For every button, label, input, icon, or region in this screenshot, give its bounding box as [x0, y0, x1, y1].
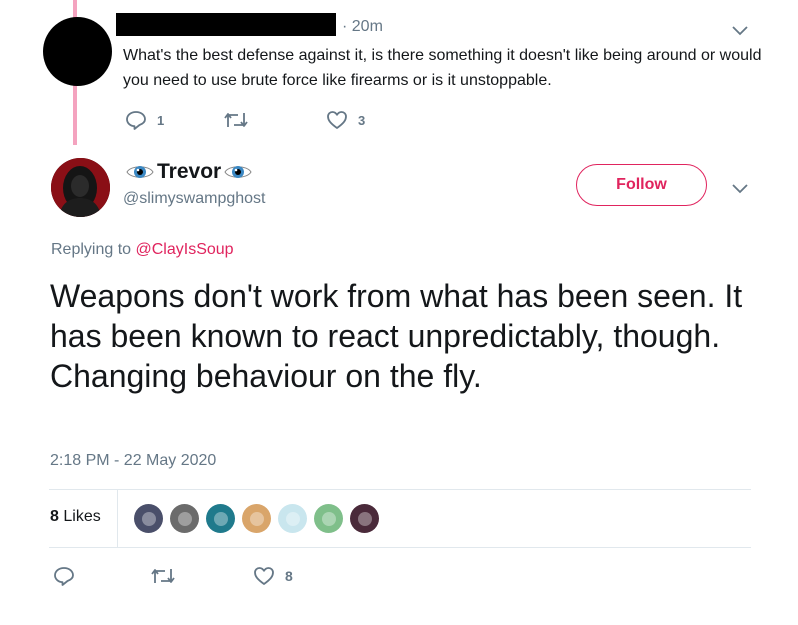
- avatar-figure: [213, 512, 228, 526]
- liker-avatar[interactable]: [134, 504, 163, 533]
- avatar-figure: [285, 512, 300, 526]
- avatar-figure: [177, 512, 192, 526]
- divider: [117, 489, 118, 547]
- redacted-name: [116, 13, 336, 36]
- tweet-time[interactable]: · 20m: [342, 18, 383, 36]
- like-button[interactable]: 3: [326, 110, 365, 130]
- tweet-time-value: 20m: [351, 18, 383, 35]
- display-name-text: Trevor: [157, 160, 222, 183]
- heart-icon: [327, 111, 347, 129]
- reply-text: What's the best defense against it, is t…: [123, 47, 762, 89]
- retweet-button[interactable]: [223, 111, 249, 129]
- liker-avatar[interactable]: [170, 504, 199, 533]
- mention-link[interactable]: @ClayIsSoup: [136, 241, 234, 258]
- likes-count-number: 8: [50, 508, 59, 525]
- replying-to: Replying to @ClayIsSoup: [51, 241, 234, 259]
- avatar-figure: [249, 512, 264, 526]
- avatar-figure: [141, 512, 156, 526]
- liker-avatar[interactable]: [278, 504, 307, 533]
- like-count: 3: [358, 112, 366, 128]
- avatar[interactable]: [51, 158, 110, 217]
- retweet-icon: [151, 569, 175, 583]
- reply-count: 1: [157, 112, 165, 128]
- follow-button[interactable]: Follow: [576, 164, 707, 206]
- eye-emoji-icon: [224, 166, 252, 178]
- liker-avatar[interactable]: [314, 504, 343, 533]
- reply-button[interactable]: 1: [125, 110, 164, 130]
- eye-emoji-icon: [126, 166, 154, 178]
- like-count: 8: [285, 568, 293, 584]
- reply-icon: [126, 111, 146, 130]
- like-button[interactable]: 8: [253, 566, 293, 586]
- heart-icon: [254, 567, 274, 585]
- display-name[interactable]: Trevor: [126, 160, 252, 184]
- liker-avatar[interactable]: [350, 504, 379, 533]
- avatar[interactable]: [43, 17, 112, 86]
- replying-prefix: Replying to: [51, 241, 132, 258]
- chevron-down-icon[interactable]: [731, 24, 749, 42]
- liker-avatar[interactable]: [242, 504, 271, 533]
- avatar-figure: [321, 512, 336, 526]
- reply-button[interactable]: [53, 566, 75, 586]
- tweet-text: Weapons don't work from what has been se…: [50, 278, 743, 394]
- chevron-down-icon[interactable]: [731, 182, 749, 200]
- likes-count[interactable]: 8 Likes: [50, 508, 101, 526]
- user-handle[interactable]: @slimyswampghost: [123, 190, 266, 208]
- likes-label: Likes: [63, 508, 101, 525]
- divider: [49, 489, 751, 490]
- divider: [49, 547, 751, 548]
- reply-icon: [54, 567, 74, 586]
- avatar-figure: [357, 512, 372, 526]
- retweet-button[interactable]: [150, 567, 176, 585]
- liker-avatar[interactable]: [206, 504, 235, 533]
- tweet-timestamp[interactable]: 2:18 PM - 22 May 2020: [50, 452, 216, 470]
- retweet-icon: [224, 113, 248, 127]
